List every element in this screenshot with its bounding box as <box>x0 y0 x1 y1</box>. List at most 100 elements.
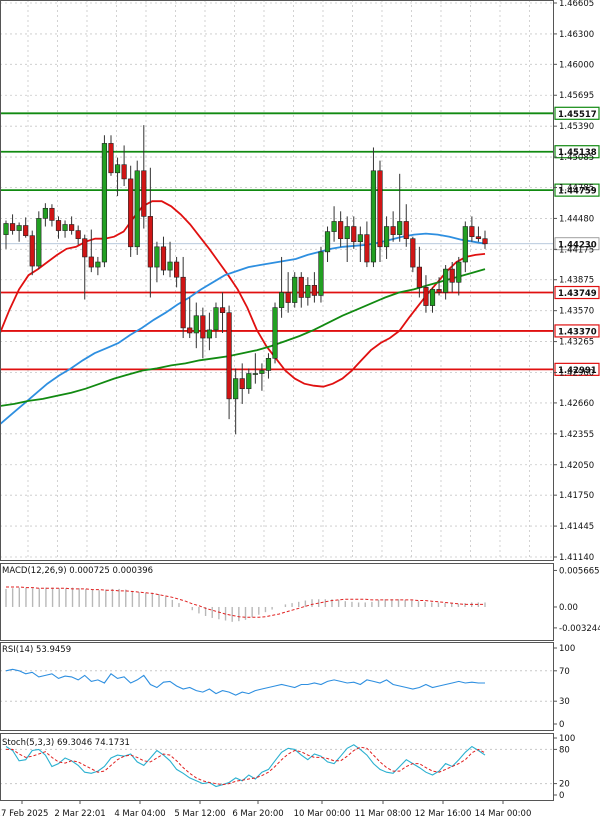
y-tick-label-4: 1.45390 <box>559 122 594 132</box>
candle-body-19 <box>128 178 134 248</box>
y-tick-label-17: 1.41445 <box>559 522 594 532</box>
y-tick-label-3: 1.45695 <box>559 91 594 101</box>
candle-body-43 <box>285 292 291 303</box>
candle-body-62 <box>410 238 416 268</box>
candle-body-54 <box>357 234 363 243</box>
candle-body-35 <box>233 378 239 400</box>
candle-body-23 <box>154 246 160 268</box>
candle-body-29 <box>193 315 199 334</box>
candle-20 <box>134 160 140 255</box>
candle-19 <box>128 165 134 257</box>
x-tick-label-1: 2 Mar 22:01 <box>54 809 105 819</box>
y-tick-label-18: 1.41140 <box>559 553 594 563</box>
candle-body-6 <box>42 207 48 219</box>
y-tick-label-11: 1.43265 <box>559 338 594 348</box>
candle-body-7 <box>49 207 55 221</box>
y-tick-label-5: 1.45085 <box>559 153 594 163</box>
level-label-3: 1.43749 <box>558 289 597 299</box>
candle-body-47 <box>311 285 317 296</box>
x-tick-label-4: 6 Mar 20:00 <box>232 809 283 819</box>
candle-body-63 <box>416 266 422 288</box>
macd-tick-label-1: 0.00 <box>559 603 578 613</box>
candle-body-42 <box>278 292 285 308</box>
y-tick-label-14: 1.42355 <box>559 430 594 440</box>
candle-body-16 <box>108 143 114 174</box>
candle-body-46 <box>305 285 311 298</box>
y-tick-label-10: 1.43570 <box>559 307 594 317</box>
candle-body-30 <box>200 315 206 339</box>
candle-body-55 <box>364 234 370 263</box>
candle-48 <box>318 246 324 303</box>
candle-body-50 <box>331 221 337 232</box>
candle-body-27 <box>180 276 186 329</box>
candle-body-68 <box>449 268 455 283</box>
candle-body-56 <box>370 170 377 263</box>
x-tick-label-8: 14 Mar 00:00 <box>475 809 532 819</box>
macd-tick-label-2: -0.003244 <box>559 624 600 634</box>
candle-body-8 <box>55 220 62 231</box>
y-tick-label-16: 1.41750 <box>559 491 594 501</box>
y-tick-label-7: 1.44480 <box>559 214 594 224</box>
x-tick-label-3: 5 Mar 12:00 <box>174 809 225 819</box>
candle-body-51 <box>338 221 344 239</box>
candle-15 <box>101 135 108 268</box>
candle-body-9 <box>62 224 68 231</box>
candle-body-59 <box>390 226 396 235</box>
candle-body-40 <box>265 358 272 371</box>
y-tick-label-2: 1.46000 <box>559 60 594 70</box>
level-label-4: 1.43370 <box>558 327 597 337</box>
candle-body-3 <box>23 225 29 236</box>
candle-body-1 <box>9 223 16 231</box>
stoch-tick-label-0: 100 <box>559 734 575 744</box>
candle-body-25 <box>167 261 173 271</box>
x-tick-label-7: 12 Mar 16:00 <box>415 809 472 819</box>
candle-body-32 <box>213 307 219 331</box>
y-tick-label-8: 1.44175 <box>559 245 594 255</box>
y-tick-label-15: 1.42050 <box>559 461 594 471</box>
candle-body-66 <box>436 289 442 293</box>
candle-body-4 <box>29 235 35 267</box>
x-tick-label-2: 4 Mar 04:00 <box>114 809 165 819</box>
candle-body-11 <box>75 230 81 239</box>
y-tick-label-1: 1.46300 <box>559 30 594 40</box>
candle-body-44 <box>292 276 298 303</box>
candle-body-57 <box>377 170 383 248</box>
y-tick-label-6: 1.44785 <box>559 183 594 193</box>
candle-body-37 <box>246 373 252 390</box>
x-tick-label-5: 10 Mar 00:00 <box>294 809 351 819</box>
candle-body-72 <box>475 236 482 239</box>
candle-body-48 <box>318 251 324 296</box>
candle-body-17 <box>114 164 121 174</box>
candle-body-13 <box>88 256 94 268</box>
candle-62 <box>410 236 416 273</box>
forex-chart: 1.455171.451381.447591.437491.433701.429… <box>0 0 600 822</box>
candle-body-28 <box>187 327 193 334</box>
candle-body-53 <box>351 226 357 243</box>
candle-body-15 <box>101 143 108 263</box>
candle-body-58 <box>383 226 390 248</box>
x-tick-label-6: 11 Mar 08:00 <box>355 809 412 819</box>
candle-body-60 <box>397 221 403 235</box>
stoch-title: Stoch(5,3,3) 69.3046 74.1731 <box>2 738 130 748</box>
level-label-0: 1.45517 <box>558 110 597 120</box>
candle-body-22 <box>147 216 153 268</box>
rsi-tick-label-3: 0 <box>559 720 564 730</box>
candle-body-70 <box>462 226 468 263</box>
candle-body-0 <box>3 223 9 235</box>
candle-body-26 <box>174 261 180 278</box>
y-tick-label-0: 1.46605 <box>559 0 594 9</box>
candle-body-21 <box>141 170 147 217</box>
candle-body-34 <box>226 312 232 400</box>
candle-body-2 <box>16 225 22 231</box>
candle-body-41 <box>272 307 278 359</box>
stoch-tick-label-1: 80 <box>559 745 570 755</box>
candle-body-39 <box>259 370 265 374</box>
candle-41 <box>272 302 278 364</box>
candle-body-31 <box>206 329 213 339</box>
rsi-tick-label-2: 30 <box>559 697 570 707</box>
x-tick-label-0: 27 Feb 2025 <box>0 809 48 819</box>
candle-body-36 <box>239 378 245 390</box>
candle-body-20 <box>134 170 140 248</box>
rsi-tick-label-0: 100 <box>559 644 575 654</box>
candle-body-67 <box>443 268 449 293</box>
